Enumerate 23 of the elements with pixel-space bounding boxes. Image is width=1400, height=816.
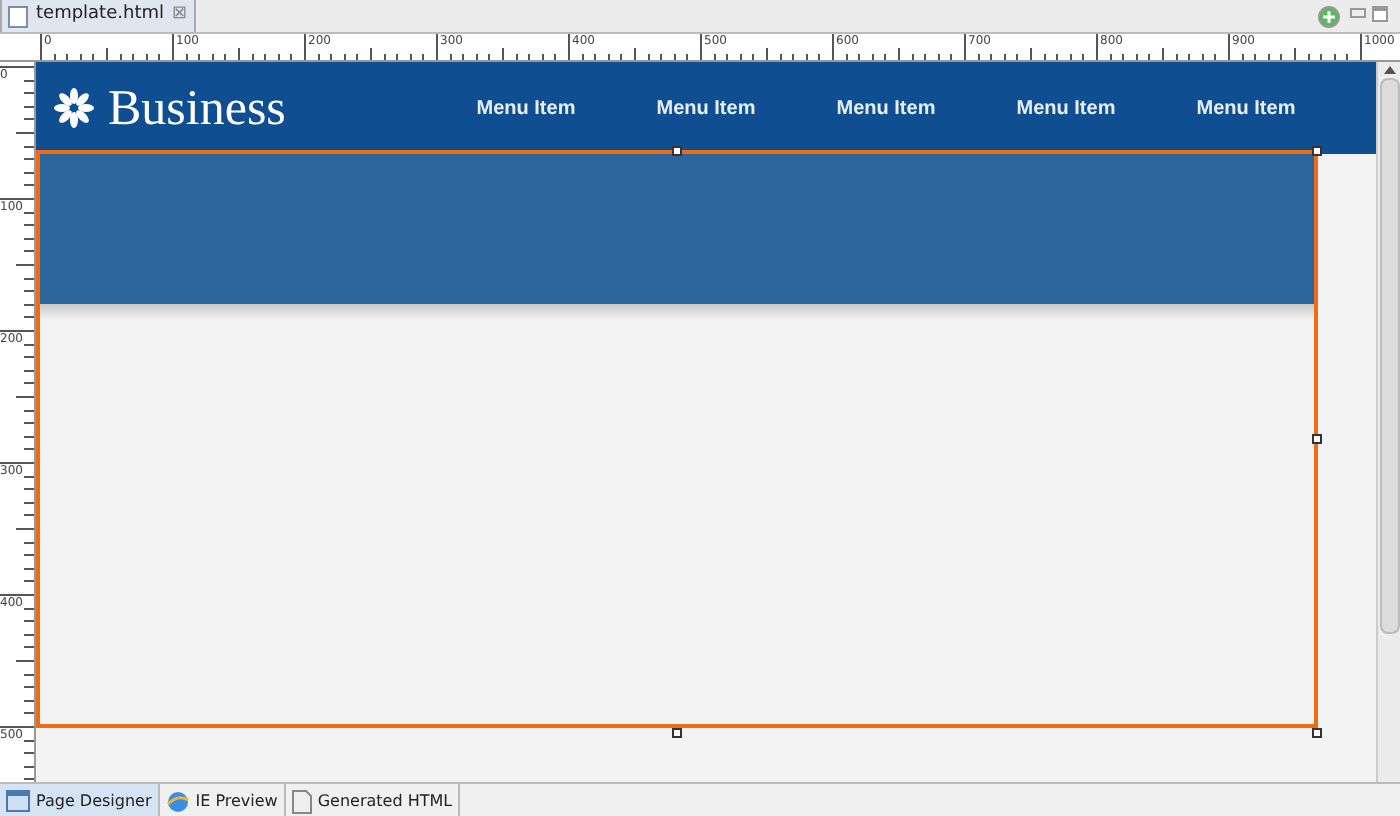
editor-tab[interactable]: template.html ⊠ xyxy=(0,0,196,32)
scroll-up-icon[interactable] xyxy=(1383,66,1395,74)
menu-item[interactable]: Menu Item xyxy=(976,93,1156,123)
resize-handle[interactable] xyxy=(672,146,682,156)
menu-item[interactable]: Menu Item xyxy=(1156,93,1336,123)
window-icon xyxy=(6,790,30,812)
file-icon xyxy=(8,5,28,27)
scroll-thumb[interactable] xyxy=(1379,78,1399,634)
resize-handle[interactable] xyxy=(1312,146,1322,156)
document-icon xyxy=(291,789,312,813)
menu-item[interactable]: Menu Item xyxy=(796,93,976,123)
flower-logo-icon xyxy=(52,86,96,130)
resize-handle[interactable] xyxy=(1312,434,1322,444)
menu-item[interactable]: Menu Item xyxy=(616,93,796,123)
maximize-icon[interactable] xyxy=(1372,6,1388,22)
site-logo: Business xyxy=(108,83,286,133)
vertical-scrollbar[interactable] xyxy=(1376,62,1400,782)
editor-view-tab[interactable]: Page Designer xyxy=(0,784,160,816)
globe-icon xyxy=(165,789,190,813)
resize-handle[interactable] xyxy=(1312,728,1322,738)
resize-handle[interactable] xyxy=(672,728,682,738)
add-icon[interactable] xyxy=(1318,6,1340,28)
menu-item[interactable]: Menu Item xyxy=(436,93,616,123)
